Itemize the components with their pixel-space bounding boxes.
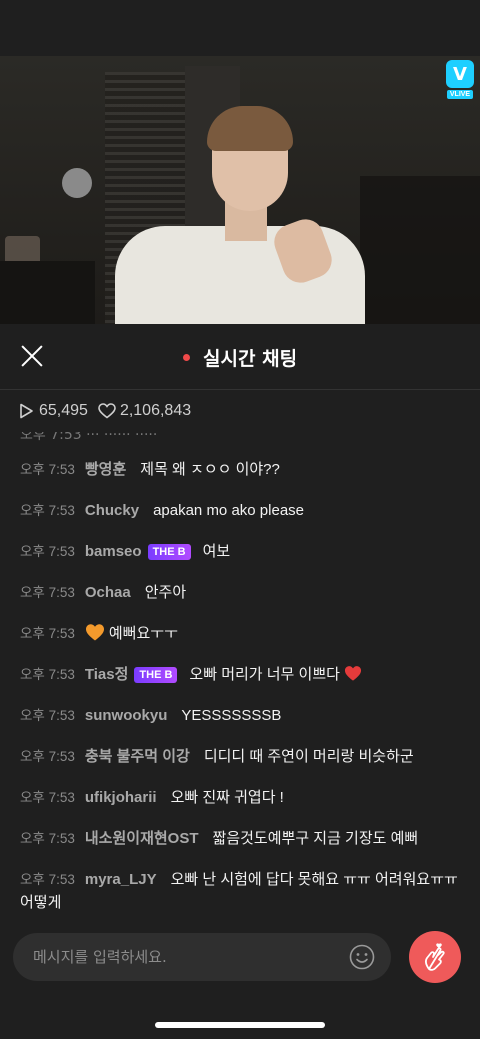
home-indicator[interactable] bbox=[155, 1022, 325, 1028]
like-count: 2,106,843 bbox=[119, 402, 192, 419]
message-input[interactable] bbox=[13, 933, 391, 981]
chat-username[interactable]: Ochaa bbox=[85, 584, 131, 601]
chat-message: 오후 7:53 Tias정 THE B 오빠 머리가 너무 이쁘다 bbox=[20, 663, 460, 686]
vlive-logo-text: VLIVE bbox=[446, 90, 474, 99]
vlive-logo: V VLIVE bbox=[446, 60, 474, 100]
chat-message: 오후 7:53 충북 불주먹 이강 디디디 때 주연이 머리랑 비슷하군 bbox=[20, 748, 414, 765]
finger-heart-button[interactable] bbox=[409, 931, 461, 983]
orange-heart-icon bbox=[85, 624, 104, 641]
chat-message: 오후 7:53 내소원이재현OST 짧음것도예뿌구 지금 기장도 예뻐 bbox=[20, 830, 419, 847]
chat-message: 오후 7:53 ufikjoharii 오빠 진짜 귀엽다 ! bbox=[20, 789, 284, 806]
the-b-badge: THE B bbox=[147, 544, 191, 560]
red-heart-icon bbox=[344, 666, 361, 681]
chat-username[interactable]: 빵영훈 bbox=[85, 461, 126, 478]
stats-bar: 65,495 2,106,843 bbox=[0, 390, 480, 432]
chat-list[interactable]: 오후 7:53 ··· ······ ····· 오후 7:53 빵영훈 제목 왜 … bbox=[0, 432, 480, 916]
chat-message: 오후 7:53 bamseo THE B 여보 bbox=[20, 543, 231, 560]
finger-heart-icon bbox=[425, 943, 445, 971]
chat-username[interactable]: sunwookyu bbox=[85, 707, 168, 724]
live-video[interactable]: V VLIVE bbox=[0, 56, 480, 324]
chat-username[interactable]: ufikjoharii bbox=[85, 789, 157, 806]
chat-message: 오후 7:53 Ochaa 안주아 bbox=[20, 584, 187, 601]
heart-icon bbox=[98, 403, 116, 419]
chat-username[interactable]: myra_LJY bbox=[85, 871, 157, 888]
chat-username[interactable]: 충북 불주먹 이강 bbox=[85, 748, 190, 765]
message-input-bar bbox=[0, 916, 480, 998]
emoji-icon[interactable] bbox=[349, 944, 375, 970]
chat-username[interactable]: 내소원이재현OST bbox=[85, 830, 199, 847]
chat-message: 오후 7:53 예뻐요ㅜㅜ bbox=[20, 624, 178, 642]
chat-message: 오후 7:53 빵영훈 제목 왜 ㅈㅇㅇ 이야?? bbox=[20, 461, 280, 478]
the-b-badge: THE B bbox=[134, 667, 178, 683]
chat-message: 오후 7:53 Chucky apakan mo ako please bbox=[20, 502, 304, 519]
live-dot-icon bbox=[182, 354, 190, 361]
chat-username[interactable]: bamseo bbox=[85, 543, 142, 560]
chat-username[interactable]: Chucky bbox=[85, 502, 139, 519]
chat-header: 실시간 채팅 bbox=[0, 324, 480, 390]
page-title: 실시간 채팅 bbox=[203, 348, 298, 370]
chat-cut-message: 오후 7:53 ··· ······ ····· bbox=[20, 432, 158, 443]
chat-username[interactable]: Tias정 bbox=[85, 666, 129, 683]
chat-message: 오후 7:53 sunwookyu YESSSSSSSB bbox=[20, 707, 282, 724]
chat-message: 오후 7:53 myra_LJY 오빠 난 시험에 답다 못해요 ㅠㅠ 어려워요ㅠㅠ… bbox=[20, 871, 458, 911]
status-bar bbox=[0, 0, 480, 56]
play-count: 65,495 bbox=[39, 402, 88, 419]
play-icon bbox=[20, 403, 33, 419]
